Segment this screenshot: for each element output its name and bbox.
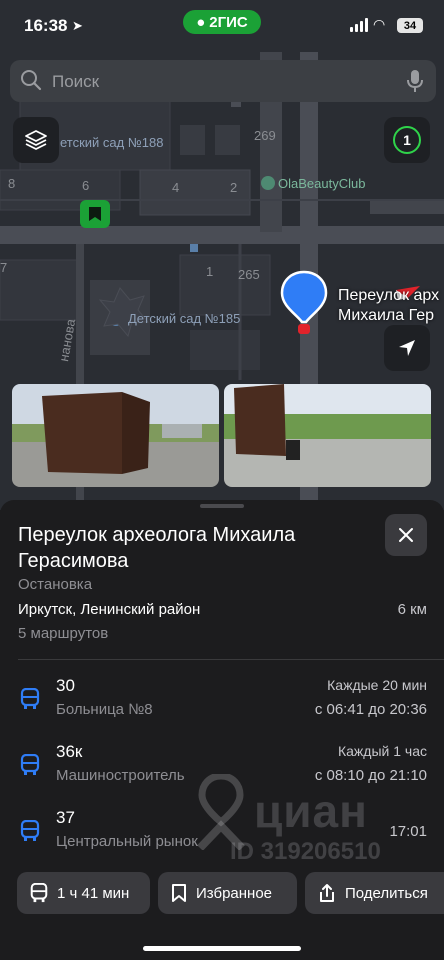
route-row[interactable]: 30 Больница №8 Каждые 20 мин с 06:41 до …	[0, 668, 444, 726]
map-label-kindergarten-185: Детский сад №185	[128, 311, 241, 326]
route-hours: с 06:41 до 20:36	[314, 701, 427, 718]
close-icon	[399, 528, 413, 542]
bus-icon	[30, 883, 48, 903]
cellular-signal-icon	[350, 18, 370, 32]
route-number: 36к	[56, 742, 83, 761]
my-location-button[interactable]	[384, 325, 430, 371]
brand-label: 2ГИС	[209, 13, 248, 31]
home-indicator[interactable]	[143, 946, 301, 951]
map-label-house: 265	[238, 267, 260, 282]
routes-count: 5 маршрутов	[18, 625, 109, 642]
notifications-count-badge: 1	[393, 126, 421, 154]
stop-photo-image	[224, 384, 431, 487]
selected-stop-pin[interactable]	[280, 270, 328, 336]
place-title: Переулок археолога Михаила Герасимова	[18, 524, 296, 572]
wifi-icon: ◠	[373, 16, 386, 32]
map-label-house: 2	[230, 180, 238, 195]
action-bar: 1 ч 41 мин Избранное Поделиться	[0, 872, 444, 916]
pin-label: Переулок арх Михаила Гер	[338, 286, 439, 326]
share-button[interactable]: Поделиться	[305, 872, 444, 914]
route-row[interactable]: 37 Центральный рынок 17:01	[0, 800, 444, 858]
route-hours: с 08:10 до 21:10	[314, 767, 427, 784]
layers-button[interactable]	[13, 117, 59, 163]
route-destination: Центральный рынок	[56, 833, 198, 850]
search-bar[interactable]	[10, 60, 436, 102]
route-number: 37	[56, 808, 75, 827]
bus-icon	[20, 688, 40, 709]
route-time-button[interactable]: 1 ч 41 мин	[17, 872, 150, 914]
bookmark-icon	[172, 884, 186, 902]
map-label-house: 8	[8, 176, 16, 191]
favorite-button[interactable]: Избранное	[158, 872, 297, 914]
map-label-house: 1	[206, 264, 214, 279]
route-destination: Машиностроитель	[56, 767, 185, 784]
location-arrow-icon: ➤	[72, 18, 83, 33]
bus-icon	[20, 820, 40, 841]
share-label: Поделиться	[345, 884, 428, 902]
place-distance: 6 км	[397, 601, 427, 618]
status-bar: 16:38 ➤ ● 2ГИС ◠ 34	[0, 0, 444, 52]
brand-icon: ●	[196, 13, 206, 31]
search-icon	[21, 70, 42, 91]
navigation-arrow-icon	[399, 340, 415, 356]
favorite-label: Избранное	[196, 884, 273, 902]
route-next-departure: 17:01	[389, 823, 427, 840]
route-frequency: Каждые 20 мин	[327, 677, 427, 693]
place-address: Иркутск, Ленинский район	[18, 601, 201, 618]
share-icon	[320, 884, 334, 902]
stop-photo-2[interactable]	[224, 384, 431, 487]
close-button[interactable]	[385, 514, 427, 556]
map-label-house: 6	[82, 178, 90, 193]
route-destination: Больница №8	[56, 701, 153, 718]
stop-photo-image	[12, 384, 219, 487]
search-input[interactable]	[50, 68, 394, 96]
route-number: 30	[56, 676, 75, 695]
divider	[18, 659, 444, 660]
pin-label-line-2: Михаила Гер	[338, 307, 434, 324]
layers-icon	[25, 130, 47, 150]
map-label-house: 7	[0, 260, 8, 275]
stop-photo-1[interactable]	[12, 384, 219, 487]
pin-label-line-1: Переулок арх	[338, 287, 440, 304]
map-label-kindergarten-188: етский сад №188	[60, 135, 164, 150]
sheet-grabber[interactable]	[200, 504, 244, 508]
map-label-beauty-club: OlaBeautyClub	[278, 176, 366, 191]
microphone-icon[interactable]	[406, 69, 424, 93]
place-type: Остановка	[18, 576, 93, 593]
battery-icon: 34	[397, 18, 423, 33]
route-row[interactable]: 36к Машиностроитель Каждый 1 час с 08:10…	[0, 734, 444, 792]
map-label-house: 269	[254, 128, 276, 143]
route-time-label: 1 ч 41 мин	[57, 884, 130, 902]
notifications-button[interactable]: 1	[384, 117, 430, 163]
map-label-house: 4	[172, 180, 180, 195]
stop-photos[interactable]	[12, 384, 432, 487]
status-time: 16:38	[24, 16, 68, 35]
place-card[interactable]: Переулок археолога Михаила Герасимова Ос…	[0, 500, 444, 960]
route-frequency: Каждый 1 час	[337, 743, 427, 759]
app-brand-badge: ● 2ГИС	[183, 10, 261, 34]
bus-icon	[20, 754, 40, 775]
